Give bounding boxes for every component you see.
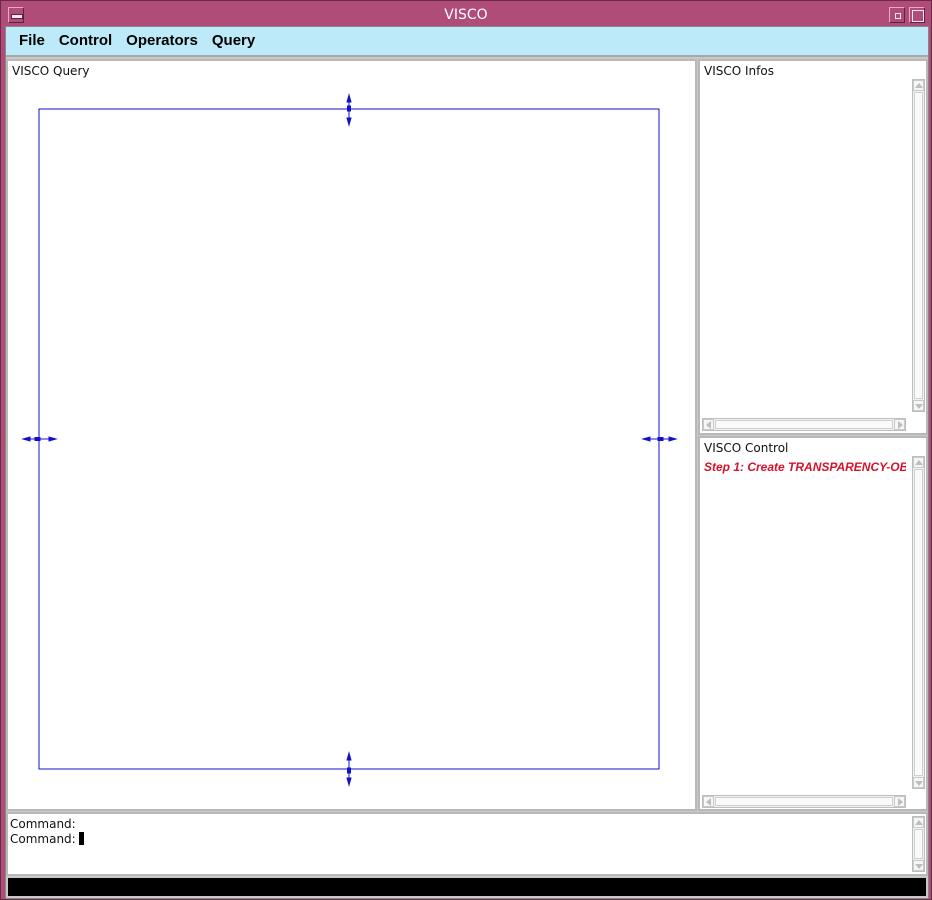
maximize-button[interactable] — [909, 7, 925, 23]
resize-handle-bottom[interactable] — [346, 751, 352, 787]
scroll-down-arrow-icon[interactable] — [913, 777, 924, 788]
infos-vertical-scrollbar[interactable] — [912, 79, 925, 412]
infos-horizontal-scrollbar[interactable] — [702, 418, 906, 431]
scroll-right-arrow-icon[interactable] — [894, 796, 905, 807]
scroll-thumb[interactable] — [715, 797, 893, 806]
infos-panel: VISCO Infos — [698, 59, 928, 435]
app-window: VISCO File Control Operators Query VISCO… — [0, 0, 932, 900]
resize-handle-right[interactable] — [641, 436, 678, 442]
query-panel[interactable]: VISCO Query — [6, 59, 697, 811]
control-step-text: Step 1: Create TRANSPARENCY-OBJECT — [704, 460, 906, 474]
window-title: VISCO — [444, 7, 488, 23]
status-bar — [8, 878, 926, 896]
control-horizontal-scrollbar[interactable] — [702, 795, 906, 808]
control-vertical-scrollbar[interactable] — [912, 456, 925, 789]
control-panel: VISCO Control Step 1: Create TRANSPARENC… — [698, 436, 928, 811]
scroll-up-arrow-icon[interactable] — [913, 457, 924, 468]
title-bar[interactable]: VISCO — [4, 4, 928, 26]
scroll-left-arrow-icon[interactable] — [703, 419, 714, 430]
resize-handle-left[interactable] — [21, 436, 58, 442]
client-area: File Control Operators Query VISCO Query — [5, 26, 929, 899]
menu-query[interactable]: Query — [205, 27, 262, 55]
scroll-up-arrow-icon[interactable] — [913, 817, 924, 828]
menu-file[interactable]: File — [12, 27, 52, 55]
scroll-thumb[interactable] — [914, 92, 923, 399]
control-panel-label: VISCO Control — [704, 441, 789, 455]
scroll-thumb[interactable] — [914, 469, 923, 776]
resize-handle-top[interactable] — [346, 93, 352, 127]
text-cursor — [78, 832, 84, 845]
menu-bar: File Control Operators Query — [6, 27, 928, 57]
scroll-thumb[interactable] — [914, 829, 923, 859]
command-vertical-scrollbar[interactable] — [912, 816, 925, 872]
scroll-down-arrow-icon[interactable] — [913, 400, 924, 411]
menu-control[interactable]: Control — [52, 27, 119, 55]
query-frame — [38, 108, 660, 770]
scroll-up-arrow-icon[interactable] — [913, 80, 924, 91]
scroll-left-arrow-icon[interactable] — [703, 796, 714, 807]
command-prompt: Command: — [10, 832, 76, 846]
minimize-button[interactable] — [889, 7, 905, 23]
scroll-down-arrow-icon[interactable] — [913, 860, 924, 871]
menu-operators[interactable]: Operators — [119, 27, 205, 55]
query-canvas[interactable] — [8, 61, 695, 809]
command-prompt: Command: — [10, 817, 76, 831]
scroll-thumb[interactable] — [715, 420, 893, 429]
command-input-line[interactable]: Command: — [10, 832, 84, 846]
command-history-line: Command: — [10, 817, 76, 831]
command-panel[interactable]: Command: Command: — [6, 812, 928, 876]
infos-panel-label: VISCO Infos — [704, 64, 774, 78]
scroll-right-arrow-icon[interactable] — [894, 419, 905, 430]
